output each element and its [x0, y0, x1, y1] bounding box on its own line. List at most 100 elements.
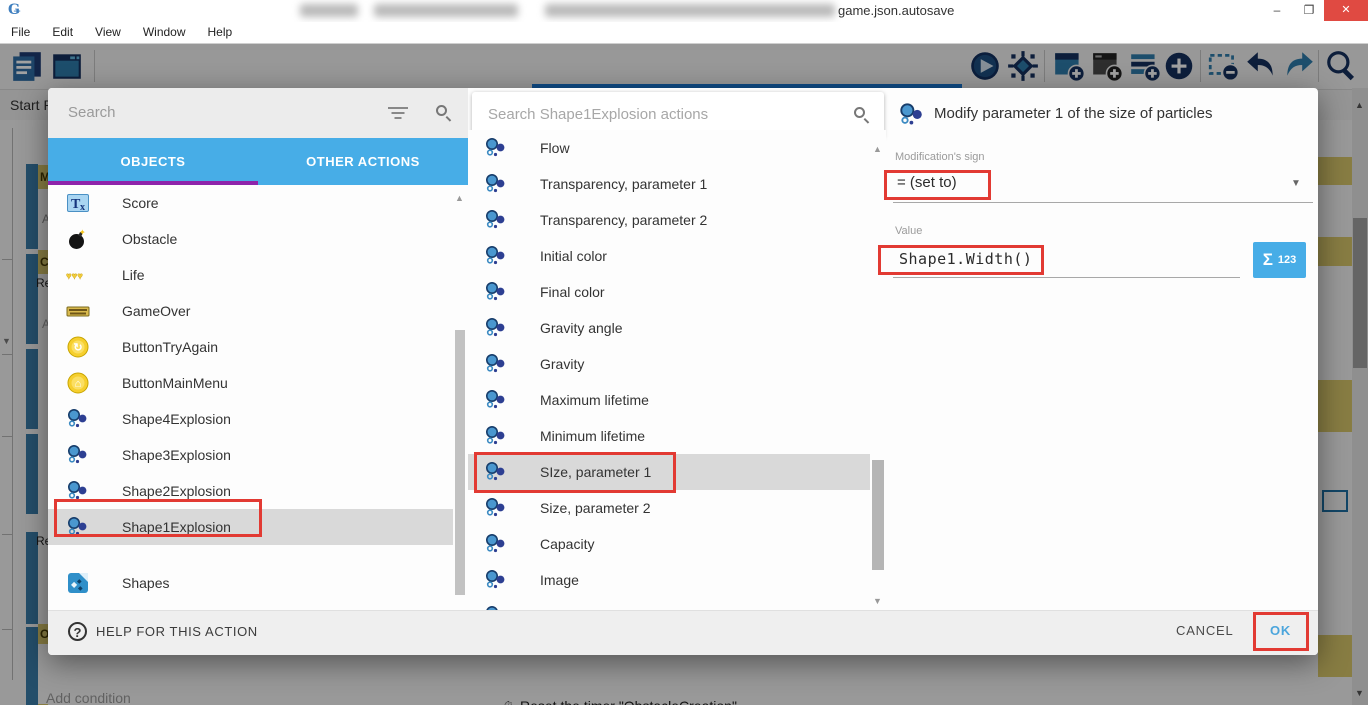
list-item-label: Obstacle [122, 231, 177, 247]
text-icon: Tx [66, 191, 90, 215]
list-item-score[interactable]: Tx Score [48, 185, 453, 221]
list-item-transparency-parameter-1[interactable]: Transparency, parameter 1 [468, 166, 870, 202]
list-item-label: Flow [540, 140, 570, 156]
svg-text:◆: ◆ [78, 586, 83, 592]
objects-search-bar[interactable]: Search [48, 88, 468, 138]
svg-text:✦: ✦ [79, 228, 86, 237]
particle-icon [484, 136, 508, 160]
objects-list: OBJECT GROUPS ▲ ▼ TxScore✦Obstacle♥♥♥Lif… [48, 185, 468, 613]
annotation-shape1explosion [54, 499, 262, 537]
list-item-capacity[interactable]: Capacity [468, 526, 870, 562]
list-item-label: ButtonTryAgain [122, 339, 218, 355]
particle-icon [66, 407, 90, 431]
maximize-button[interactable]: ❐ [1294, 0, 1324, 21]
particle-icon [484, 352, 508, 376]
group-icon: ◆◆◆ [66, 571, 90, 595]
list-item-shape4explosion[interactable]: Shape4Explosion [48, 401, 453, 437]
window-title: game.json.autosave [838, 3, 954, 18]
scroll-up-icon[interactable]: ▲ [873, 144, 882, 154]
gameover-icon [66, 299, 90, 323]
list-item-label: Maximum lifetime [540, 392, 649, 408]
svg-text:↻: ↻ [73, 342, 82, 354]
annotation-ok-button [1253, 612, 1309, 651]
menu-item-view[interactable]: View [84, 22, 132, 43]
list-item-life[interactable]: ♥♥♥ Life [48, 257, 453, 293]
list-item-label: Transparency, parameter 2 [540, 212, 707, 228]
objects-tab-bar: OBJECTSOTHER ACTIONS [48, 138, 468, 185]
list-item-buttonmainmenu[interactable]: ⌂ ButtonMainMenu [48, 365, 453, 401]
minimize-button[interactable]: – [1262, 0, 1292, 21]
list-item-label: Score [122, 195, 159, 211]
chevron-down-icon[interactable]: ▼ [1291, 178, 1301, 189]
action-editor-dialog: Search OBJECTSOTHER ACTIONS OBJECT GROUP… [48, 88, 1318, 655]
search-icon[interactable] [854, 107, 865, 118]
list-item-obstacle[interactable]: ✦ Obstacle [48, 221, 453, 257]
list-item-gravity-angle[interactable]: Gravity angle [468, 310, 870, 346]
menu-item-help[interactable]: Help [197, 22, 244, 43]
search-icon[interactable] [436, 105, 447, 116]
list-item-shapes[interactable]: ◆◆◆ Shapes [48, 565, 453, 601]
list-item-label: Life [122, 267, 145, 283]
bomb-icon: ✦ [66, 227, 90, 251]
list-item-label: Capacity [540, 536, 594, 552]
list-item-gravity[interactable]: Gravity [468, 346, 870, 382]
scroll-up-icon[interactable]: ▲ [455, 193, 464, 203]
actions-search-input[interactable]: Search Shape1Explosion actions [488, 106, 708, 123]
particle-icon [484, 388, 508, 412]
blurred-title-text [300, 4, 358, 17]
list-item-label: Initial color [540, 248, 607, 264]
sigma-icon: Σ [1263, 250, 1273, 270]
list-item-label: Gravity angle [540, 320, 622, 336]
menu-item-file[interactable]: File [0, 22, 41, 43]
list-item-size-parameter-2[interactable]: Size, parameter 2 [468, 490, 870, 526]
help-button[interactable]: ? HELP FOR THIS ACTION [68, 622, 258, 641]
particle-icon [66, 443, 90, 467]
scrollbar-thumb[interactable] [872, 460, 884, 570]
particle-icon [484, 424, 508, 448]
expression-editor-button[interactable]: Σ 123 [1253, 242, 1306, 278]
svg-text:⌂: ⌂ [75, 378, 82, 390]
list-item-image[interactable]: Image [468, 562, 870, 598]
numbers-label: 123 [1278, 254, 1296, 266]
list-item-initial-color[interactable]: Initial color [468, 238, 870, 274]
list-item-shape3explosion[interactable]: Shape3Explosion [48, 437, 453, 473]
tab-objects[interactable]: OBJECTS [48, 138, 258, 185]
list-item-label: ButtonMainMenu [122, 375, 228, 391]
list-item-maximum-lifetime[interactable]: Maximum lifetime [468, 382, 870, 418]
list-item-minimum-lifetime[interactable]: Minimum lifetime [468, 418, 870, 454]
dialog-footer: ? HELP FOR THIS ACTION CANCEL OK [48, 610, 1318, 655]
gdevelop-logo-icon: Ǥ [8, 2, 25, 19]
menu-item-edit[interactable]: Edit [41, 22, 84, 43]
list-item-partial[interactable] [468, 598, 870, 610]
list-item-label: Gravity [540, 356, 584, 372]
menu-bar: FileEditViewWindowHelp [0, 22, 1368, 44]
svg-text:x: x [80, 202, 85, 213]
filter-icon[interactable] [388, 107, 408, 119]
scroll-down-icon[interactable]: ▼ [873, 596, 882, 606]
particle-icon [484, 316, 508, 340]
particle-icon [484, 244, 508, 268]
menu-item-window[interactable]: Window [132, 22, 197, 43]
list-item-buttontryagain[interactable]: ↻ ButtonTryAgain [48, 329, 453, 365]
title-bar: Ǥ game.json.autosave – ❐ ✕ [0, 0, 1368, 22]
annotation-sign-value [884, 170, 991, 200]
svg-text:♥♥♥: ♥♥♥ [66, 271, 83, 282]
list-item-label: Shape4Explosion [122, 411, 231, 427]
scrollbar-thumb[interactable] [455, 330, 465, 595]
list-item-label: Shapes [122, 575, 169, 591]
tab-other-actions[interactable]: OTHER ACTIONS [258, 138, 468, 185]
retry-icon: ↻ [66, 335, 90, 359]
particle-icon [484, 208, 508, 232]
list-item-transparency-parameter-2[interactable]: Transparency, parameter 2 [468, 202, 870, 238]
blurred-title-text [545, 4, 835, 17]
objects-search-input[interactable]: Search [68, 104, 116, 121]
list-item-label: Shape3Explosion [122, 447, 231, 463]
particle-icon [484, 172, 508, 196]
list-item-gameover[interactable]: GameOver [48, 293, 453, 329]
field-underline [893, 277, 1240, 278]
list-item-final-color[interactable]: Final color [468, 274, 870, 310]
cancel-button[interactable]: CANCEL [1176, 623, 1234, 638]
list-item-flow[interactable]: Flow [468, 130, 870, 166]
close-button[interactable]: ✕ [1324, 0, 1368, 21]
action-editor-title: Modify parameter 1 of the size of partic… [934, 105, 1212, 122]
